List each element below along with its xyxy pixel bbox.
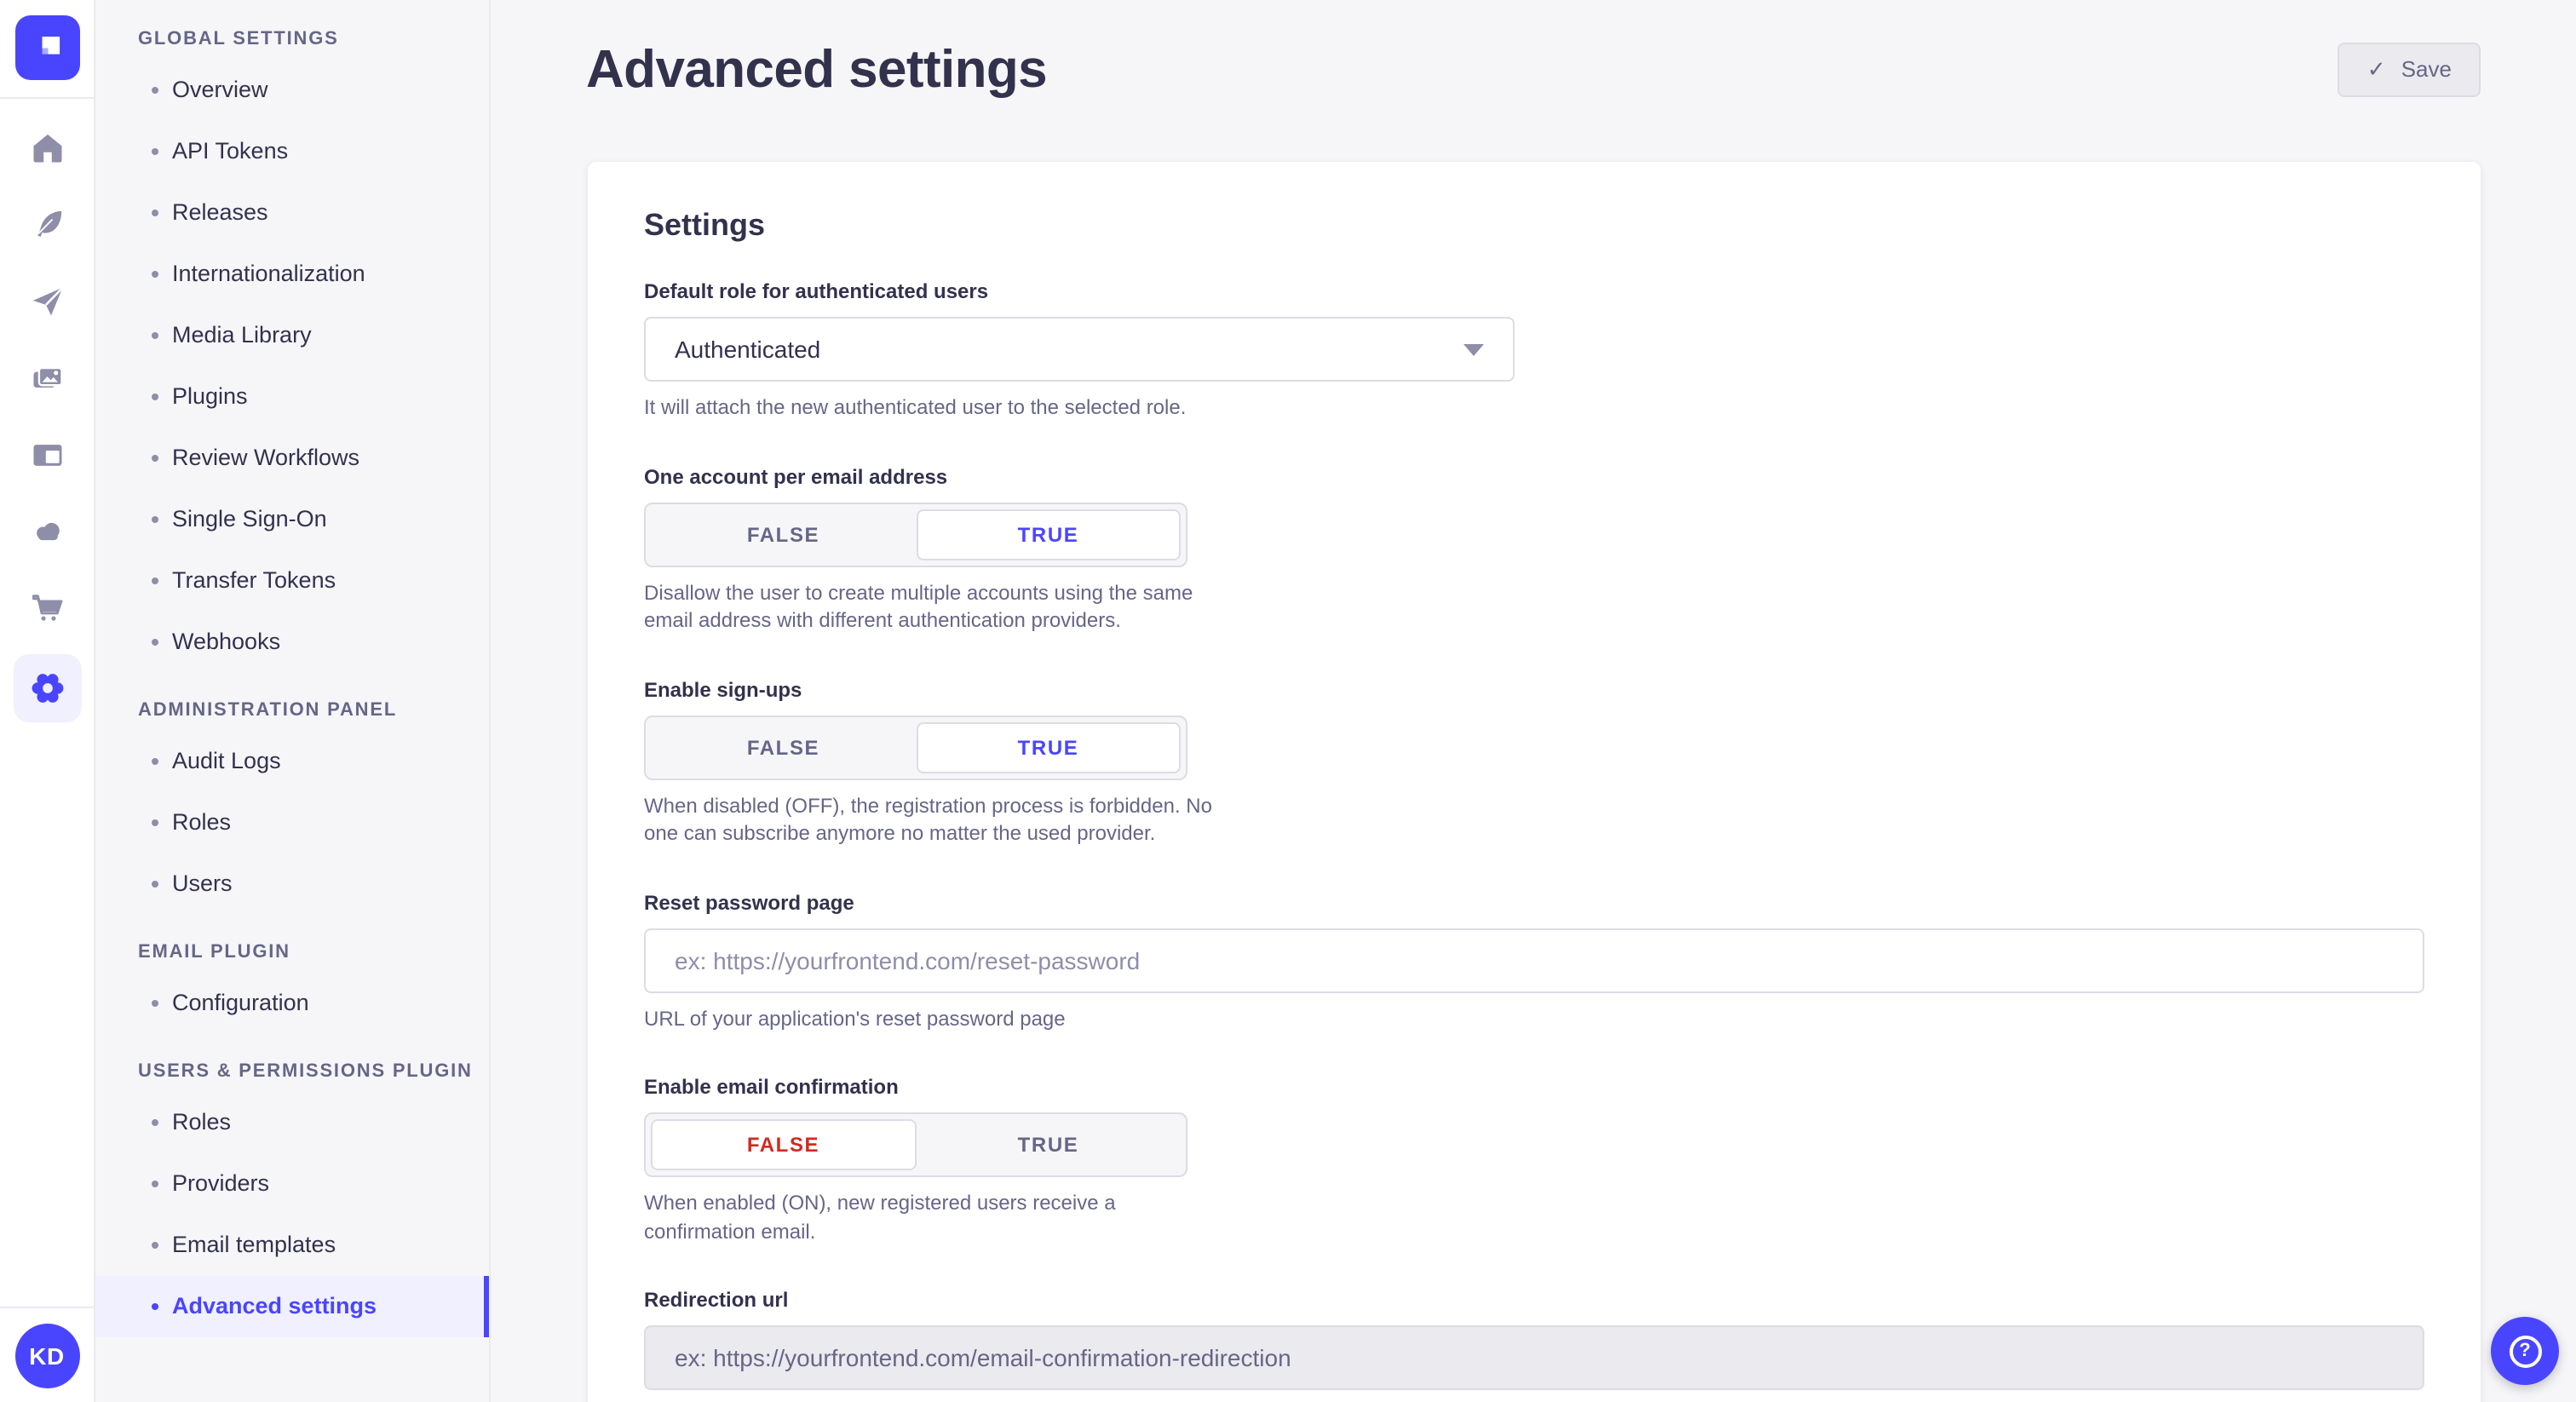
settings-gear-icon[interactable] <box>13 654 81 722</box>
sidebar-item-users[interactable]: Users <box>95 853 489 915</box>
default-role-select[interactable]: Authenticated <box>644 317 1515 382</box>
field-label: Enable sign-ups <box>644 677 2424 701</box>
field-reset-password-page: Reset password page URL of your applicat… <box>644 890 2424 1032</box>
sidebar-section-items: RolesProvidersEmail templatesAdvanced se… <box>95 1092 489 1337</box>
rail-bottom-divider <box>0 1307 95 1308</box>
toggle-option-true[interactable]: TRUE <box>916 1119 1181 1170</box>
sidebar-item-plugins[interactable]: Plugins <box>95 366 489 428</box>
sidebar-item-api-tokens[interactable]: API Tokens <box>95 121 489 182</box>
strapi-logo-icon[interactable] <box>14 15 79 80</box>
field-one-account-per-email: One account per email address FALSE TRUE… <box>644 464 2424 635</box>
sidebar-section-heading: ADMINISTRATION PANEL <box>95 697 489 727</box>
rail-bottom: KD <box>0 1307 94 1402</box>
settings-card: Settings Default role for authenticated … <box>588 162 2481 1402</box>
field-redirection-url: Redirection url <box>644 1288 2424 1390</box>
field-label: Enable email confirmation <box>644 1075 2424 1099</box>
sidebar-section-heading: EMAIL PLUGIN <box>95 939 489 969</box>
strapi-mark <box>25 26 69 70</box>
field-hint: URL of your application's reset password… <box>644 1004 2424 1032</box>
paper-plane-icon[interactable] <box>26 281 67 322</box>
check-icon: ✓ <box>2367 58 2386 80</box>
sidebar-section-items: Configuration <box>95 973 489 1034</box>
sidebar-section-items: OverviewAPI TokensReleasesInternationali… <box>95 60 489 673</box>
sidebar-item-email-templates[interactable]: Email templates <box>95 1215 489 1276</box>
toggle-option-false[interactable]: FALSE <box>651 721 916 773</box>
toggle-option-false[interactable]: FALSE <box>651 1119 916 1170</box>
reset-password-input[interactable] <box>644 928 2424 992</box>
sidebar-item-review-workflows[interactable]: Review Workflows <box>95 428 489 489</box>
toggle-option-true[interactable]: TRUE <box>916 721 1181 773</box>
sidebar-item-media-library[interactable]: Media Library <box>95 305 489 366</box>
sidebar-item-advanced-settings[interactable]: Advanced settings <box>95 1276 489 1337</box>
cloud-icon[interactable] <box>26 511 67 552</box>
user-avatar[interactable]: KD <box>14 1324 79 1388</box>
cart-icon[interactable] <box>26 588 67 629</box>
media-library-icon[interactable] <box>26 358 67 399</box>
email-confirmation-toggle: FALSE TRUE <box>644 1112 1187 1177</box>
page-title: Advanced settings <box>586 41 1047 99</box>
select-value: Authenticated <box>675 336 820 363</box>
save-button-label: Save <box>2401 56 2452 82</box>
sidebar-section: USERS & PERMISSIONS PLUGIN RolesProvider… <box>95 1058 489 1337</box>
sidebar-item-configuration[interactable]: Configuration <box>95 973 489 1034</box>
toggle-option-false[interactable]: FALSE <box>651 509 916 560</box>
sidebar-section-items: Audit LogsRolesUsers <box>95 731 489 915</box>
home-icon[interactable] <box>26 128 67 169</box>
rail-divider <box>0 97 95 99</box>
icon-rail: KD <box>0 0 95 1402</box>
field-label: Reset password page <box>644 890 2424 914</box>
field-hint: When disabled (OFF), the registration pr… <box>644 791 1227 848</box>
field-hint: It will attach the new authenticated use… <box>644 394 2424 422</box>
sidebar-item-audit-logs[interactable]: Audit Logs <box>95 731 489 792</box>
settings-section-title: Settings <box>644 208 2424 244</box>
sidebar-item-internationalization[interactable]: Internationalization <box>95 244 489 305</box>
sidebar-section-heading: USERS & PERMISSIONS PLUGIN <box>95 1058 489 1089</box>
chevron-down-icon <box>1463 343 1484 355</box>
sidebar-section-heading: GLOBAL SETTINGS <box>95 26 489 56</box>
page-header: Advanced settings ✓ Save <box>491 0 2576 99</box>
field-enable-email-confirmation: Enable email confirmation FALSE TRUE Whe… <box>644 1075 2424 1245</box>
sidebar-section: EMAIL PLUGIN Configuration <box>95 939 489 1034</box>
sidebar-section: GLOBAL SETTINGS OverviewAPI TokensReleas… <box>95 26 489 673</box>
redirection-url-input <box>644 1325 2424 1390</box>
sidebar-sections: GLOBAL SETTINGS OverviewAPI TokensReleas… <box>95 26 489 1337</box>
sidebar-item-webhooks[interactable]: Webhooks <box>95 612 489 673</box>
sidebar-item-roles[interactable]: Roles <box>95 1092 489 1153</box>
app-root: KD GLOBAL SETTINGS OverviewAPI TokensRel… <box>0 0 2576 1402</box>
save-button[interactable]: ✓ Save <box>2338 43 2481 97</box>
layout-icon[interactable] <box>26 434 67 475</box>
toggle-option-true[interactable]: TRUE <box>916 509 1181 560</box>
field-label: Redirection url <box>644 1288 2424 1312</box>
sidebar-item-single-sign-on[interactable]: Single Sign-On <box>95 489 489 550</box>
field-hint: When enabled (ON), new registered users … <box>644 1189 1227 1245</box>
field-enable-sign-ups: Enable sign-ups FALSE TRUE When disabled… <box>644 677 2424 848</box>
sign-ups-toggle: FALSE TRUE <box>644 715 1187 779</box>
sidebar-item-releases[interactable]: Releases <box>95 182 489 244</box>
field-label: One account per email address <box>644 464 2424 488</box>
help-button[interactable]: ? <box>2491 1317 2559 1385</box>
settings-sidebar: GLOBAL SETTINGS OverviewAPI TokensReleas… <box>95 0 491 1402</box>
field-label: Default role for authenticated users <box>644 279 2424 303</box>
sidebar-item-roles[interactable]: Roles <box>95 792 489 853</box>
question-mark-icon: ? <box>2509 1335 2541 1367</box>
one-account-toggle: FALSE TRUE <box>644 502 1187 566</box>
field-default-role: Default role for authenticated users Aut… <box>644 279 2424 422</box>
sidebar-item-providers[interactable]: Providers <box>95 1153 489 1215</box>
feather-icon[interactable] <box>26 204 67 245</box>
sidebar-item-overview[interactable]: Overview <box>95 60 489 121</box>
sidebar-section: ADMINISTRATION PANEL Audit LogsRolesUser… <box>95 697 489 915</box>
main-content: Advanced settings ✓ Save Settings Defaul… <box>491 0 2576 1402</box>
field-hint: Disallow the user to create multiple acc… <box>644 578 1227 635</box>
rail-icons <box>13 128 81 758</box>
sidebar-item-transfer-tokens[interactable]: Transfer Tokens <box>95 550 489 612</box>
